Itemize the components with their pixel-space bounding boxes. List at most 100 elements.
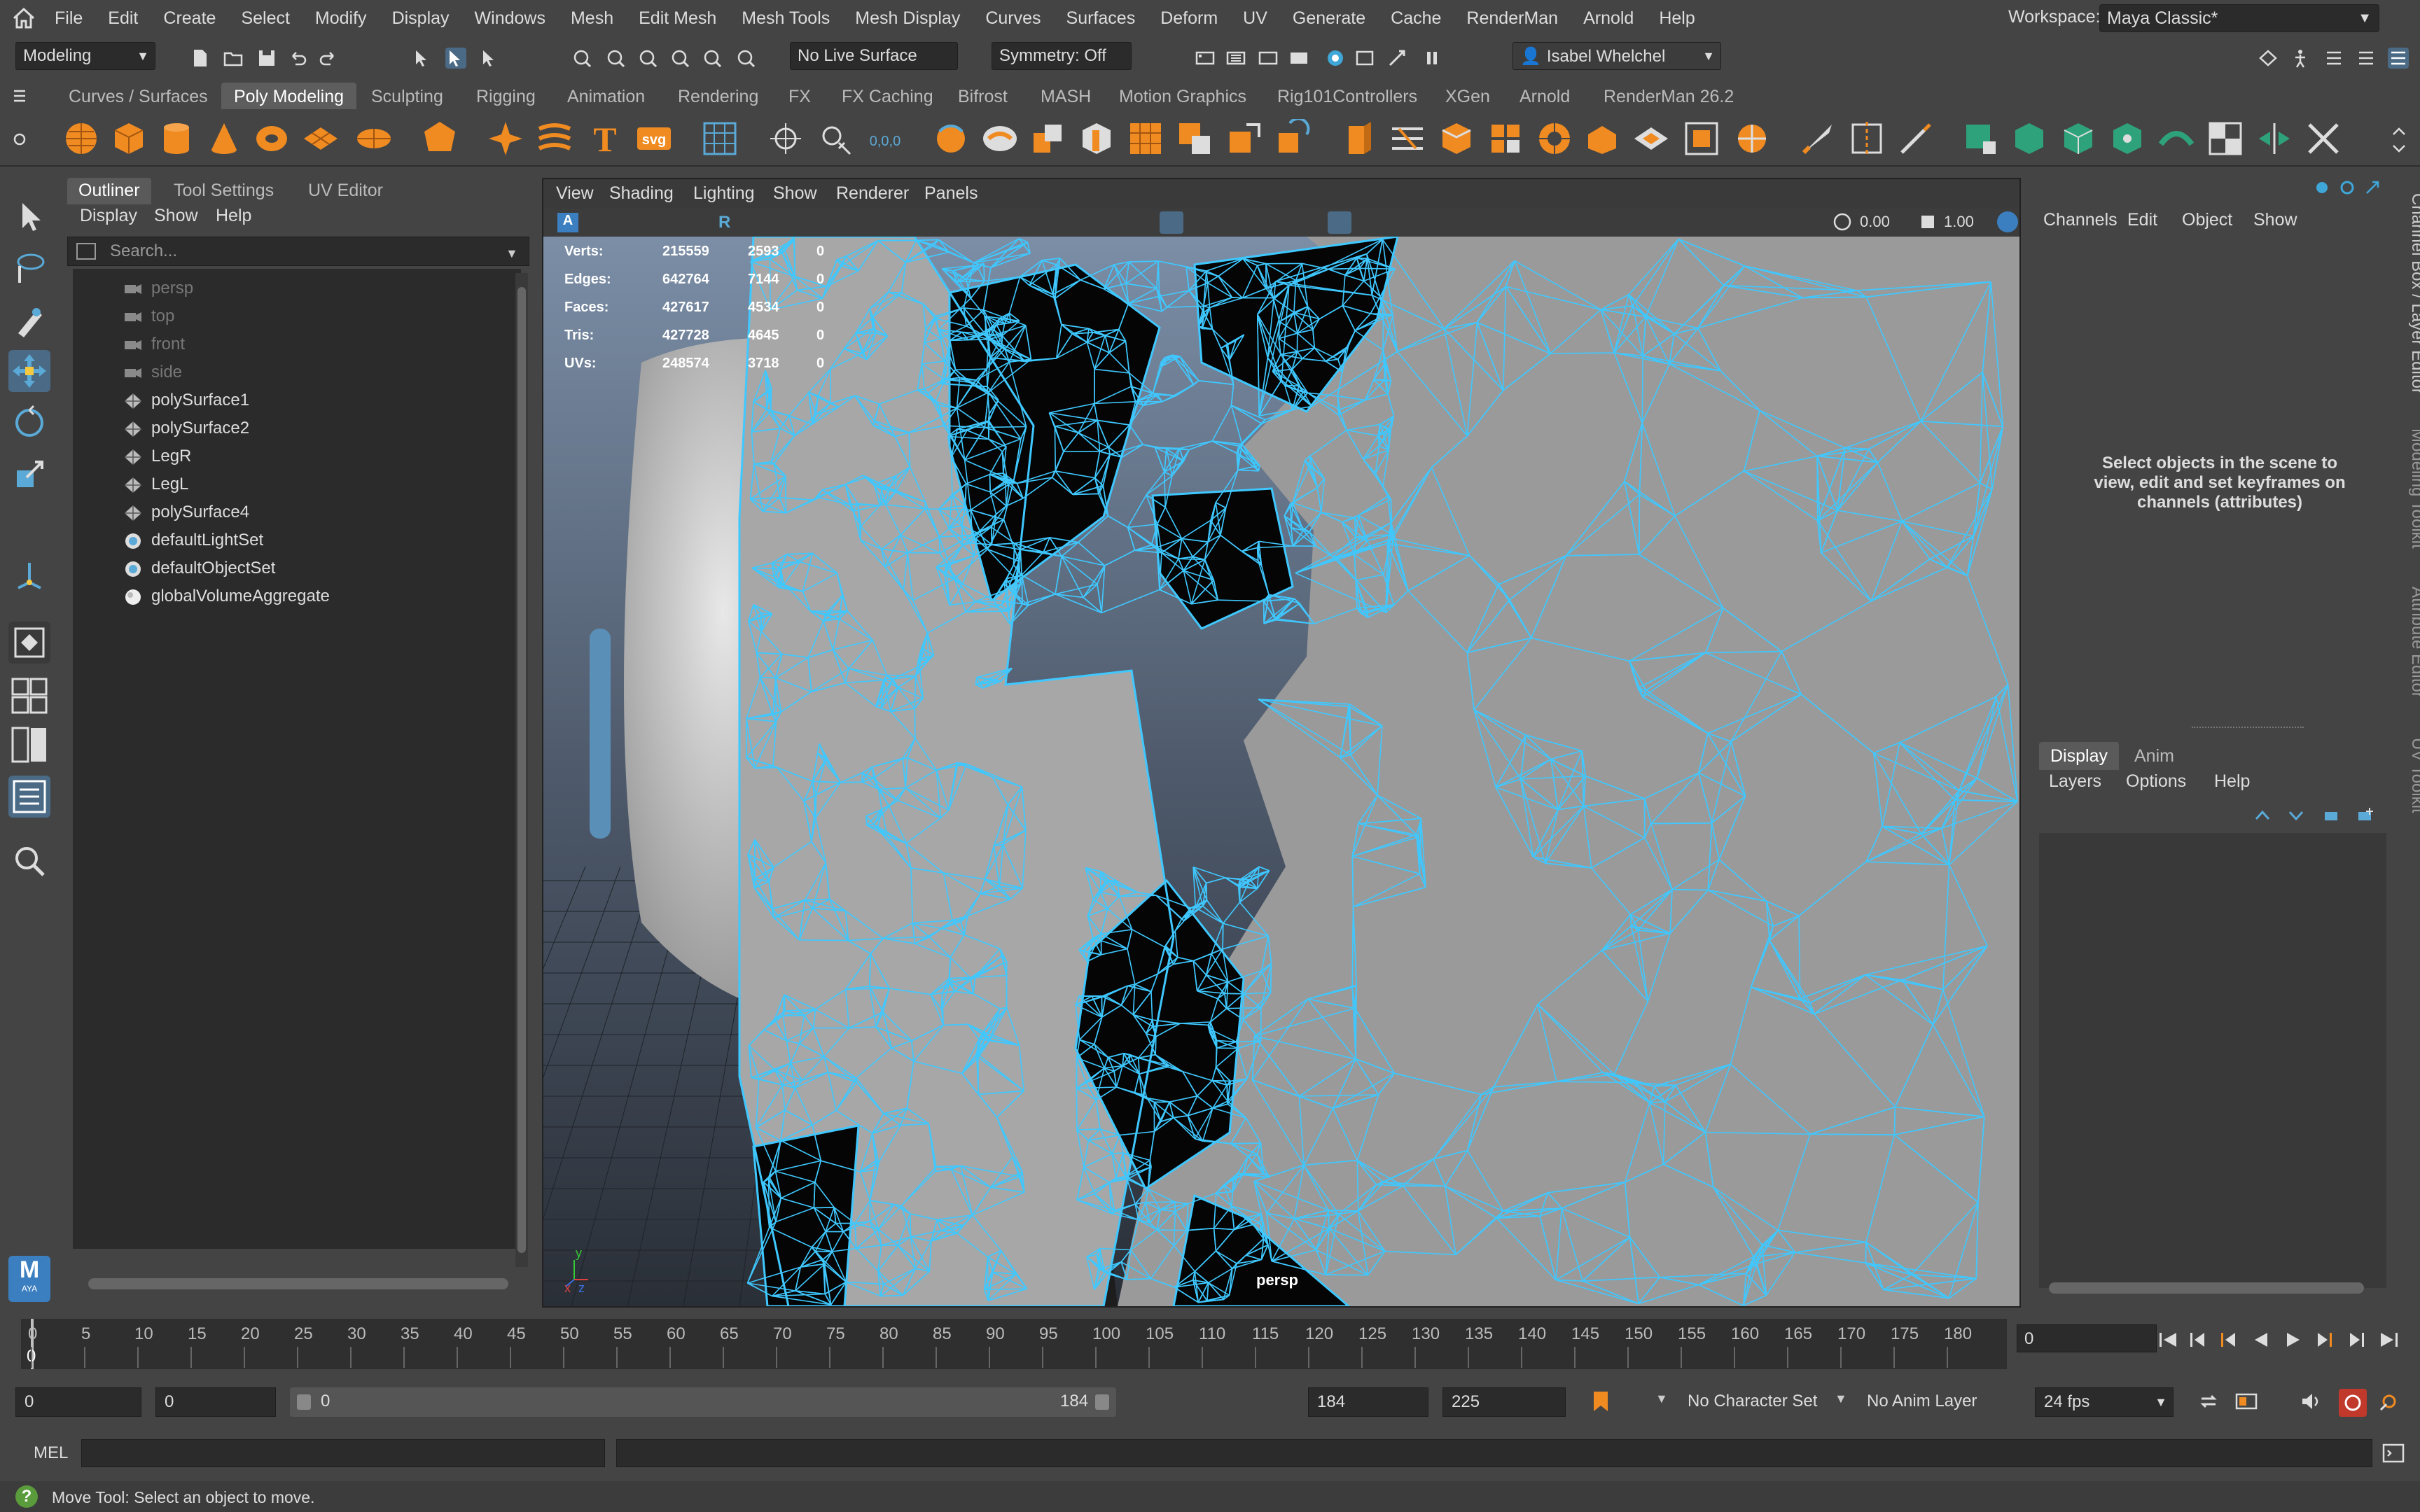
mirror-icon[interactable] xyxy=(2304,119,2343,158)
layer-list[interactable] xyxy=(2039,833,2386,1288)
layer-menu-help[interactable]: Help xyxy=(2214,771,2250,792)
live-surface-select[interactable]: No Live Surface xyxy=(790,42,958,70)
snap-view-plane-icon[interactable] xyxy=(702,48,723,69)
viewport-menu-shading[interactable]: Shading xyxy=(609,183,674,204)
open-scene-icon[interactable] xyxy=(223,48,244,69)
grid-icon[interactable] xyxy=(700,119,739,158)
menu-uv[interactable]: UV xyxy=(1243,8,1267,29)
poly-cylinder-icon[interactable] xyxy=(157,119,196,158)
two-pane-layout-icon[interactable] xyxy=(8,724,50,766)
svg-icon[interactable]: svg xyxy=(634,119,674,158)
auto-key-icon[interactable] xyxy=(1590,1389,1612,1414)
viewport-menu-lighting[interactable]: Lighting xyxy=(693,183,755,204)
menu-edit-mesh[interactable]: Edit Mesh xyxy=(639,8,716,29)
command-input[interactable] xyxy=(81,1439,605,1467)
hypershade-icon[interactable] xyxy=(1325,48,1346,69)
menu-cache[interactable]: Cache xyxy=(1391,8,1441,29)
shelf-options-icon[interactable] xyxy=(11,129,28,150)
channel-box-menu-channels[interactable]: Channels xyxy=(2043,210,2118,230)
side-tab-uv-toolkit[interactable]: UV Toolkit xyxy=(2407,738,2420,813)
shelf-tab-rig101controllers[interactable]: Rig101Controllers xyxy=(1265,83,1430,109)
booleans-icon[interactable] xyxy=(1077,119,1116,158)
move-layer-up-icon[interactable] xyxy=(2252,805,2273,826)
cache-playback-icon[interactable] xyxy=(2234,1389,2259,1414)
outliner-item[interactable]: polySurface2 xyxy=(73,414,507,442)
select-object-icon[interactable] xyxy=(445,48,466,69)
channel-box-key-icon[interactable] xyxy=(2339,179,2356,196)
auto-keyframe-toggle-icon[interactable] xyxy=(2339,1389,2367,1417)
symmetry-tool-icon[interactable] xyxy=(2255,119,2294,158)
outliner-item[interactable]: defaultLightSet xyxy=(73,526,507,554)
shelf-tab-fx[interactable]: FX xyxy=(776,83,823,109)
pause-icon[interactable] xyxy=(1421,48,1442,69)
user-account-button[interactable]: 👤 Isabel Whelchel ▼ xyxy=(1512,42,1721,70)
select-tool-icon[interactable] xyxy=(8,196,50,238)
character-set-select[interactable]: No Character Set xyxy=(1688,1392,1817,1411)
shelf-tab-curves-surfaces[interactable]: Curves / Surfaces xyxy=(56,83,221,109)
shelf-tab-xgen[interactable]: XGen xyxy=(1433,83,1503,109)
save-scene-icon[interactable] xyxy=(256,48,277,69)
outliner-item[interactable]: top xyxy=(73,302,507,330)
menu-deform[interactable]: Deform xyxy=(1160,8,1218,29)
outliner-hscrollbar[interactable] xyxy=(88,1278,508,1289)
extract-icon[interactable] xyxy=(1028,119,1067,158)
side-tab-modeling-toolkit[interactable]: Modeling Toolkit xyxy=(2407,428,2420,549)
add-divisions-icon[interactable] xyxy=(1486,119,1525,158)
symmetry-select[interactable]: Symmetry: Off xyxy=(992,42,1132,70)
poly-cone-icon[interactable] xyxy=(204,119,244,158)
super-shape-icon[interactable] xyxy=(486,119,525,158)
uv-layout-icon[interactable] xyxy=(1682,119,1721,158)
menu-modify[interactable]: Modify xyxy=(315,8,367,29)
four-pane-layout-icon[interactable] xyxy=(8,675,50,717)
outliner-item[interactable]: defaultObjectSet xyxy=(73,554,507,582)
filter-icon[interactable] xyxy=(76,242,97,260)
tab-anim-layers[interactable]: Anim xyxy=(2123,742,2185,770)
channel-box-toggle-icon[interactable] xyxy=(2388,48,2409,69)
menu-select[interactable]: Select xyxy=(241,8,289,29)
shelf-tab-rigging[interactable]: Rigging xyxy=(464,83,548,109)
new-scene-icon[interactable] xyxy=(189,48,210,69)
new-layer-from-selection-icon[interactable] xyxy=(2354,805,2375,826)
poly-plane-icon[interactable] xyxy=(301,119,340,158)
single-pane-layout-icon[interactable] xyxy=(8,622,50,664)
outliner-menu-show[interactable]: Show xyxy=(154,206,198,226)
type-text-icon[interactable]: T xyxy=(585,119,625,159)
menu-generate[interactable]: Generate xyxy=(1293,8,1365,29)
sweep-mesh-icon[interactable] xyxy=(535,119,574,158)
range-end-handle[interactable] xyxy=(1095,1394,1109,1410)
menu-mesh-display[interactable]: Mesh Display xyxy=(855,8,960,29)
anim-layer-select[interactable]: No Anim Layer xyxy=(1867,1392,1977,1411)
separate-icon[interactable] xyxy=(980,119,1020,158)
select-camera-icon[interactable]: A xyxy=(557,213,578,232)
shelf-tab-poly-modeling[interactable]: Poly Modeling xyxy=(221,83,357,109)
poly-sphere-icon[interactable] xyxy=(62,119,101,158)
viewport-menu-renderer[interactable]: Renderer xyxy=(836,183,909,204)
wireframe-on-shaded-icon[interactable] xyxy=(1160,211,1183,234)
playback-start-field[interactable]: 0 xyxy=(155,1387,276,1417)
animation-end-field[interactable]: 225 xyxy=(1442,1387,1566,1417)
animation-start-field[interactable]: 0 xyxy=(15,1387,141,1417)
loop-select-icon[interactable] xyxy=(2157,119,2196,158)
current-frame-field[interactable]: 0 xyxy=(2017,1324,2157,1352)
modeling-toolkit-toggle-icon[interactable] xyxy=(2258,48,2279,69)
select-hierarchy-icon[interactable] xyxy=(412,48,433,69)
select-edges-icon[interactable] xyxy=(2010,119,2049,158)
channel-box-menu-object[interactable]: Object xyxy=(2182,210,2232,230)
animation-preferences-icon[interactable] xyxy=(2377,1389,2402,1414)
quad-draw-icon[interactable] xyxy=(1896,119,1935,158)
menu-curves[interactable]: Curves xyxy=(985,8,1041,29)
tool-settings-toggle-icon[interactable] xyxy=(2356,48,2377,69)
planar-map-icon[interactable] xyxy=(1732,119,1772,158)
snap-projected-icon[interactable] xyxy=(669,48,690,69)
snap-curve-icon[interactable] xyxy=(605,48,626,69)
outliner-item[interactable]: polySurface4 xyxy=(73,498,507,526)
bridge-icon[interactable] xyxy=(1388,119,1427,158)
menu-windows[interactable]: Windows xyxy=(475,8,545,29)
viewport-menu-view[interactable]: View xyxy=(556,183,594,204)
layer-hscrollbar[interactable] xyxy=(2049,1282,2364,1294)
arnold-settings-icon[interactable] xyxy=(1386,48,1407,69)
bevel-icon[interactable] xyxy=(1437,119,1476,158)
move-tool-icon[interactable] xyxy=(8,350,50,392)
poly-disc-icon[interactable] xyxy=(354,119,394,158)
menu-surfaces[interactable]: Surfaces xyxy=(1066,8,1136,29)
